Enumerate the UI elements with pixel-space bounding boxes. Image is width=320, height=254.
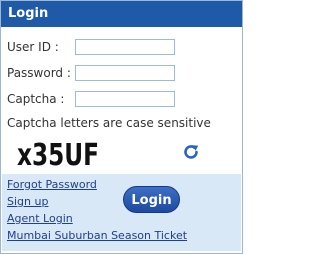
agent-login-link[interactable]: Agent Login <box>7 212 73 225</box>
login-title: Login <box>8 6 49 21</box>
captcha-input[interactable] <box>75 91 175 107</box>
season-ticket-link[interactable]: Mumbai Suburban Season Ticket <box>7 229 187 242</box>
captcha-case-hint: Captcha letters are case sensitive <box>7 116 211 130</box>
captcha-label: Captcha : <box>7 92 65 106</box>
forgot-password-link[interactable]: Forgot Password <box>7 178 97 191</box>
sign-up-link[interactable]: Sign up <box>7 195 48 208</box>
password-input[interactable] <box>75 65 175 81</box>
captcha-image: x35UF <box>17 138 99 170</box>
user-id-input[interactable] <box>75 39 175 55</box>
login-header: Login <box>1 1 242 27</box>
captcha-text: x35UF <box>17 138 99 170</box>
refresh-icon[interactable] <box>182 143 200 161</box>
login-panel: Login User ID : Password : Captcha : Cap… <box>0 0 243 254</box>
login-button[interactable]: Login <box>123 186 180 213</box>
password-label: Password : <box>7 66 71 80</box>
user-id-label: User ID : <box>7 40 59 54</box>
